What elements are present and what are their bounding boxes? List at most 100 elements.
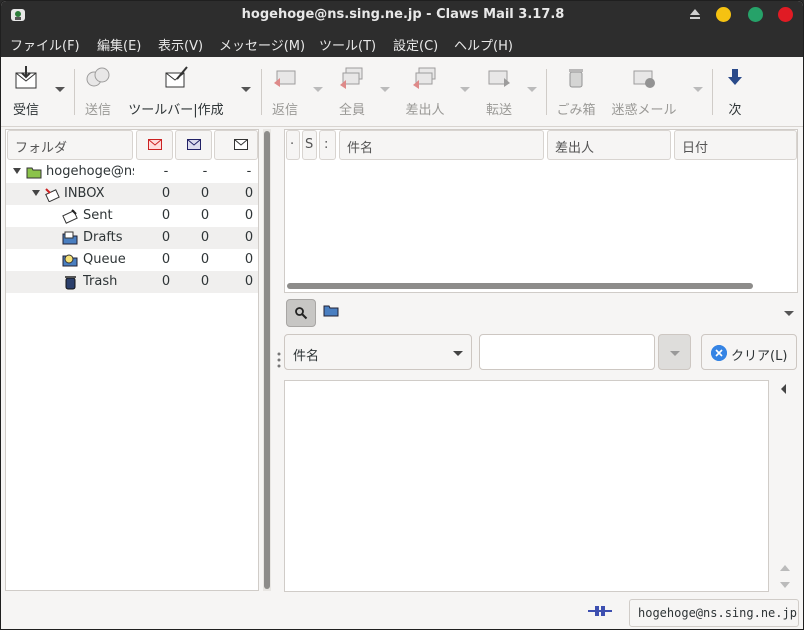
spam-menu-arrow[interactable]	[693, 87, 703, 92]
search-field-type-combo[interactable]: 件名	[284, 334, 472, 370]
menu-settings[interactable]: 設定(C)	[393, 35, 438, 54]
folder-icon[interactable]	[323, 303, 339, 317]
unread-count-header[interactable]	[175, 130, 212, 160]
menu-file[interactable]: ファイル(F)	[10, 35, 80, 54]
column-label: 差出人	[555, 141, 595, 156]
next-button[interactable]: 次	[725, 65, 745, 118]
search-toggle-button[interactable]	[286, 299, 316, 327]
folder-row-account[interactable]: hogehoge@ns - - -	[6, 161, 258, 183]
reply-all-button[interactable]: 全員	[337, 65, 367, 118]
reply-sender-menu-arrow[interactable]	[460, 87, 470, 92]
column-header-date[interactable]: 日付	[674, 130, 797, 160]
reply-menu-arrow[interactable]	[313, 87, 323, 92]
folder-row-inbox[interactable]: INBOX 0 0 0	[6, 183, 258, 205]
chevron-down-icon	[670, 351, 680, 356]
forward-menu-arrow[interactable]	[527, 87, 537, 92]
menu-view[interactable]: 表示(V)	[158, 35, 203, 54]
scrollbar-thumb[interactable]	[264, 131, 270, 589]
close-button[interactable]	[778, 7, 793, 22]
main-window: hogehoge@ns.sing.ne.jp - Claws Mail 3.17…	[0, 0, 804, 630]
unread-count: 0	[200, 230, 210, 245]
reply-sender-button[interactable]: 差出人	[405, 65, 445, 118]
trash-button[interactable]: ごみ箱	[556, 65, 596, 118]
folder-pane-scrollbar[interactable]	[263, 129, 271, 591]
spam-button[interactable]: 迷惑メール	[611, 65, 677, 118]
search-input[interactable]	[479, 334, 655, 370]
account-selector[interactable]: hogehoge@ns.sing.ne.jp	[629, 599, 799, 627]
reply-all-icon	[340, 67, 363, 89]
eject-icon[interactable]	[689, 8, 701, 21]
menu-tools[interactable]: ツール(T)	[319, 35, 376, 54]
inbox-icon	[45, 188, 60, 202]
reply-all-menu-arrow[interactable]	[380, 87, 390, 92]
chevron-left-icon[interactable]	[781, 384, 786, 394]
reply-all-label: 全員	[338, 103, 365, 118]
forward-label: 転送	[485, 103, 512, 118]
minimize-button[interactable]	[716, 7, 731, 22]
column-header-mark[interactable]: ·	[286, 130, 300, 160]
menu-help[interactable]: ヘルプ(H)	[454, 35, 513, 54]
toolbar-separator	[712, 69, 713, 115]
send-button[interactable]: 送信	[83, 65, 113, 118]
toolbar-separator	[261, 69, 262, 115]
sent-icon	[62, 209, 78, 224]
column-header-attachment[interactable]: :	[319, 130, 336, 160]
scroll-up-icon[interactable]	[780, 565, 790, 571]
account-folder-icon	[26, 167, 42, 179]
message-list: · S : 件名 差出人 日付	[284, 129, 798, 293]
folder-name: INBOX	[64, 186, 105, 201]
collapse-triangle-icon[interactable]	[13, 168, 21, 174]
pane-resize-handle[interactable]	[534, 373, 552, 384]
folder-column-header[interactable]: フォルダ	[7, 130, 133, 160]
total-count: 0	[244, 274, 254, 289]
reply-button[interactable]: 返信	[270, 65, 300, 118]
column-header-from[interactable]: 差出人	[547, 130, 671, 160]
online-status-icon[interactable]	[586, 604, 614, 618]
folder-row-queue[interactable]: Queue 0 0 0	[6, 249, 258, 271]
scroll-down-icon[interactable]	[780, 582, 790, 588]
new-mail-icon	[148, 139, 162, 150]
pane-resize-handle[interactable]	[277, 351, 281, 369]
scrollbar-thumb[interactable]	[287, 283, 753, 289]
total-mail-icon	[234, 139, 248, 150]
total-count: 0	[244, 230, 254, 245]
new-count: 0	[161, 230, 171, 245]
send-label: 送信	[84, 103, 111, 118]
forward-button[interactable]: 転送	[484, 65, 514, 118]
chevron-down-icon	[453, 351, 463, 356]
compose-label: ツールバー|作成	[128, 103, 224, 118]
new-count: 0	[161, 274, 171, 289]
message-view[interactable]	[284, 380, 769, 592]
compose-menu-arrow[interactable]	[241, 87, 251, 92]
column-label: ·	[290, 137, 295, 152]
collapse-triangle-icon[interactable]	[32, 190, 40, 196]
message-list-hscrollbar[interactable]	[287, 282, 795, 290]
unread-count: 0	[200, 186, 210, 201]
menu-edit[interactable]: 編集(E)	[97, 35, 141, 54]
receive-button[interactable]: 受信	[11, 65, 41, 118]
unread-count: 0	[200, 274, 210, 289]
menu-message[interactable]: メッセージ(M)	[219, 35, 305, 54]
total-count-header[interactable]	[214, 130, 258, 160]
column-header-subject[interactable]: 件名	[339, 130, 544, 160]
folder-row-drafts[interactable]: Drafts 0 0 0	[6, 227, 258, 249]
window-title: hogehoge@ns.sing.ne.jp - Claws Mail 3.17…	[241, 7, 565, 22]
folder-row-trash[interactable]: Trash 0 0 0	[6, 271, 258, 293]
clear-button[interactable]: クリア(L)	[701, 334, 797, 370]
compose-button[interactable]: ツールバー|作成	[127, 65, 225, 118]
receive-menu-arrow[interactable]	[55, 87, 65, 92]
total-count: 0	[244, 208, 254, 223]
maximize-button[interactable]	[748, 7, 763, 22]
combo-value: 件名	[293, 349, 320, 364]
folder-name: Trash	[83, 274, 118, 289]
folder-row-sent[interactable]: Sent 0 0 0	[6, 205, 258, 227]
column-header-status[interactable]: S	[302, 130, 317, 160]
new-count-header[interactable]	[136, 130, 173, 160]
search-history-dropdown[interactable]	[658, 334, 691, 370]
chevron-down-icon[interactable]	[784, 311, 794, 316]
trash-icon	[569, 69, 583, 88]
reply-label: 返信	[271, 103, 298, 118]
unread-mail-icon	[187, 139, 201, 150]
title-bar: hogehoge@ns.sing.ne.jp - Claws Mail 3.17…	[1, 1, 803, 29]
queue-icon	[62, 254, 78, 267]
